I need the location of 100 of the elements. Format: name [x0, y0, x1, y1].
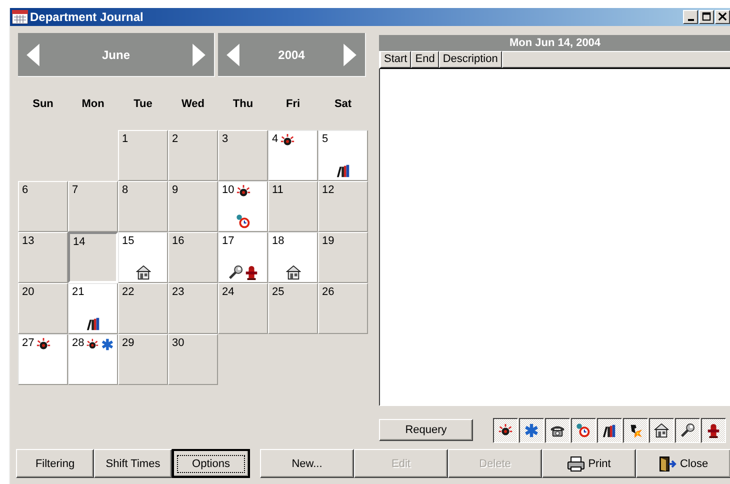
day-number: 22 — [122, 286, 134, 299]
day-number: 13 — [22, 235, 34, 248]
month-label: June — [102, 48, 130, 62]
filter-toggle[interactable] — [623, 418, 648, 442]
action-button[interactable]: Options — [172, 449, 250, 478]
day-number: 23 — [172, 286, 184, 299]
action-button[interactable]: New... — [260, 449, 354, 478]
day-cell[interactable]: 27 — [18, 334, 68, 385]
day-number: 29 — [122, 337, 134, 350]
day-number: 11 — [272, 184, 284, 197]
day-cell[interactable]: 15 — [118, 232, 168, 283]
minimize-button[interactable] — [683, 10, 698, 24]
day-cell[interactable]: 20 — [18, 283, 68, 334]
day-number: 16 — [172, 235, 184, 248]
minimize-icon — [688, 19, 694, 21]
day-cell[interactable]: 1 — [118, 130, 168, 181]
day-number: 7 — [72, 184, 78, 197]
day-number: 25 — [272, 286, 284, 299]
day-cell[interactable]: 7 — [68, 181, 118, 232]
weekday-label: Tue — [132, 98, 154, 110]
day-cell[interactable]: 12 — [318, 181, 368, 232]
maximize-icon — [701, 12, 712, 21]
day-cell[interactable]: 21 — [68, 283, 118, 334]
day-cell[interactable]: 17 — [218, 232, 268, 283]
day-number: 26 — [322, 286, 334, 299]
day-number: 3 — [222, 133, 228, 146]
column-header[interactable]: Start — [380, 51, 412, 68]
day-cell[interactable]: 9 — [168, 181, 218, 232]
day-cell[interactable]: 8 — [118, 181, 168, 232]
filter-toggle[interactable] — [519, 418, 544, 442]
filter-toggle[interactable] — [493, 418, 518, 442]
day-number: 14 — [73, 236, 86, 249]
day-number: 1 — [122, 133, 128, 146]
action-button[interactable]: Print — [542, 449, 636, 478]
day-cell[interactable]: 13 — [18, 232, 68, 283]
day-cell[interactable]: 24 — [218, 283, 268, 334]
day-cell[interactable]: 19 — [318, 232, 368, 283]
column-header[interactable]: End — [411, 51, 439, 68]
weekday-label: Mon — [80, 98, 106, 110]
day-cell[interactable]: 16 — [168, 232, 218, 283]
action-button[interactable]: Close — [636, 449, 730, 478]
action-button[interactable]: Shift Times — [94, 449, 172, 478]
weekday-label: Sun — [32, 98, 54, 110]
day-cell[interactable]: 30 — [168, 334, 218, 385]
day-cell[interactable]: 28 — [68, 334, 118, 385]
books-icon — [602, 422, 617, 438]
books-icon — [336, 163, 350, 178]
filter-toggle[interactable] — [649, 418, 674, 442]
filter-toggle[interactable] — [701, 418, 726, 442]
hydrant-icon — [244, 265, 258, 280]
day-cell[interactable]: 14 — [68, 232, 118, 283]
day-cell[interactable]: 25 — [268, 283, 318, 334]
burst-icon — [628, 422, 643, 438]
filter-toggle[interactable] — [545, 418, 570, 442]
day-cell[interactable]: 10 — [218, 181, 268, 232]
printer-icon — [567, 456, 586, 472]
close-button[interactable] — [715, 10, 730, 24]
filter-toggle[interactable] — [571, 418, 596, 442]
maximize-button[interactable] — [699, 10, 714, 24]
column-header[interactable]: Description — [438, 51, 502, 68]
books-icon — [86, 316, 100, 331]
day-number: 6 — [22, 184, 28, 197]
door-exit-icon — [658, 456, 677, 472]
day-cell[interactable]: 6 — [18, 181, 68, 232]
day-cell[interactable]: 3 — [218, 130, 268, 181]
day-cell[interactable]: 18 — [268, 232, 318, 283]
day-cell[interactable]: 22 — [118, 283, 168, 334]
clock-icon — [236, 214, 250, 229]
window-title: Department Journal — [30, 10, 144, 24]
hydrant-icon — [706, 422, 721, 438]
journal-date-header: Mon Jun 14, 2004 — [379, 35, 730, 51]
filter-toggle[interactable] — [597, 418, 622, 442]
requery-button[interactable]: Requery — [379, 419, 473, 441]
day-number: 21 — [72, 286, 84, 299]
day-cell[interactable]: 4 — [268, 130, 318, 181]
day-cell[interactable]: 23 — [168, 283, 218, 334]
day-number: 18 — [272, 235, 284, 248]
day-cell[interactable]: 2 — [168, 130, 218, 181]
day-number: 28 — [72, 337, 84, 350]
day-number: 19 — [322, 235, 334, 248]
day-number: 4 — [272, 133, 278, 146]
action-button[interactable]: Filtering — [16, 449, 94, 478]
day-cell[interactable]: 11 — [268, 181, 318, 232]
day-number: 5 — [322, 133, 328, 146]
day-number: 20 — [22, 286, 34, 299]
day-cell[interactable]: 5 — [318, 130, 368, 181]
day-cell[interactable]: 29 — [118, 334, 168, 385]
clock-icon — [576, 422, 591, 438]
day-number: 17 — [222, 235, 234, 248]
calendar-icon — [12, 10, 28, 24]
day-number: 8 — [122, 184, 128, 197]
house-icon — [654, 422, 669, 438]
weekday-label: Thu — [232, 98, 254, 110]
weekday-label: Sat — [333, 98, 353, 110]
close-icon — [717, 12, 728, 21]
day-number: 10 — [222, 184, 234, 197]
day-cell[interactable]: 26 — [318, 283, 368, 334]
filter-toggle[interactable] — [675, 418, 700, 442]
day-number: 2 — [172, 133, 178, 146]
day-number: 24 — [222, 286, 234, 299]
